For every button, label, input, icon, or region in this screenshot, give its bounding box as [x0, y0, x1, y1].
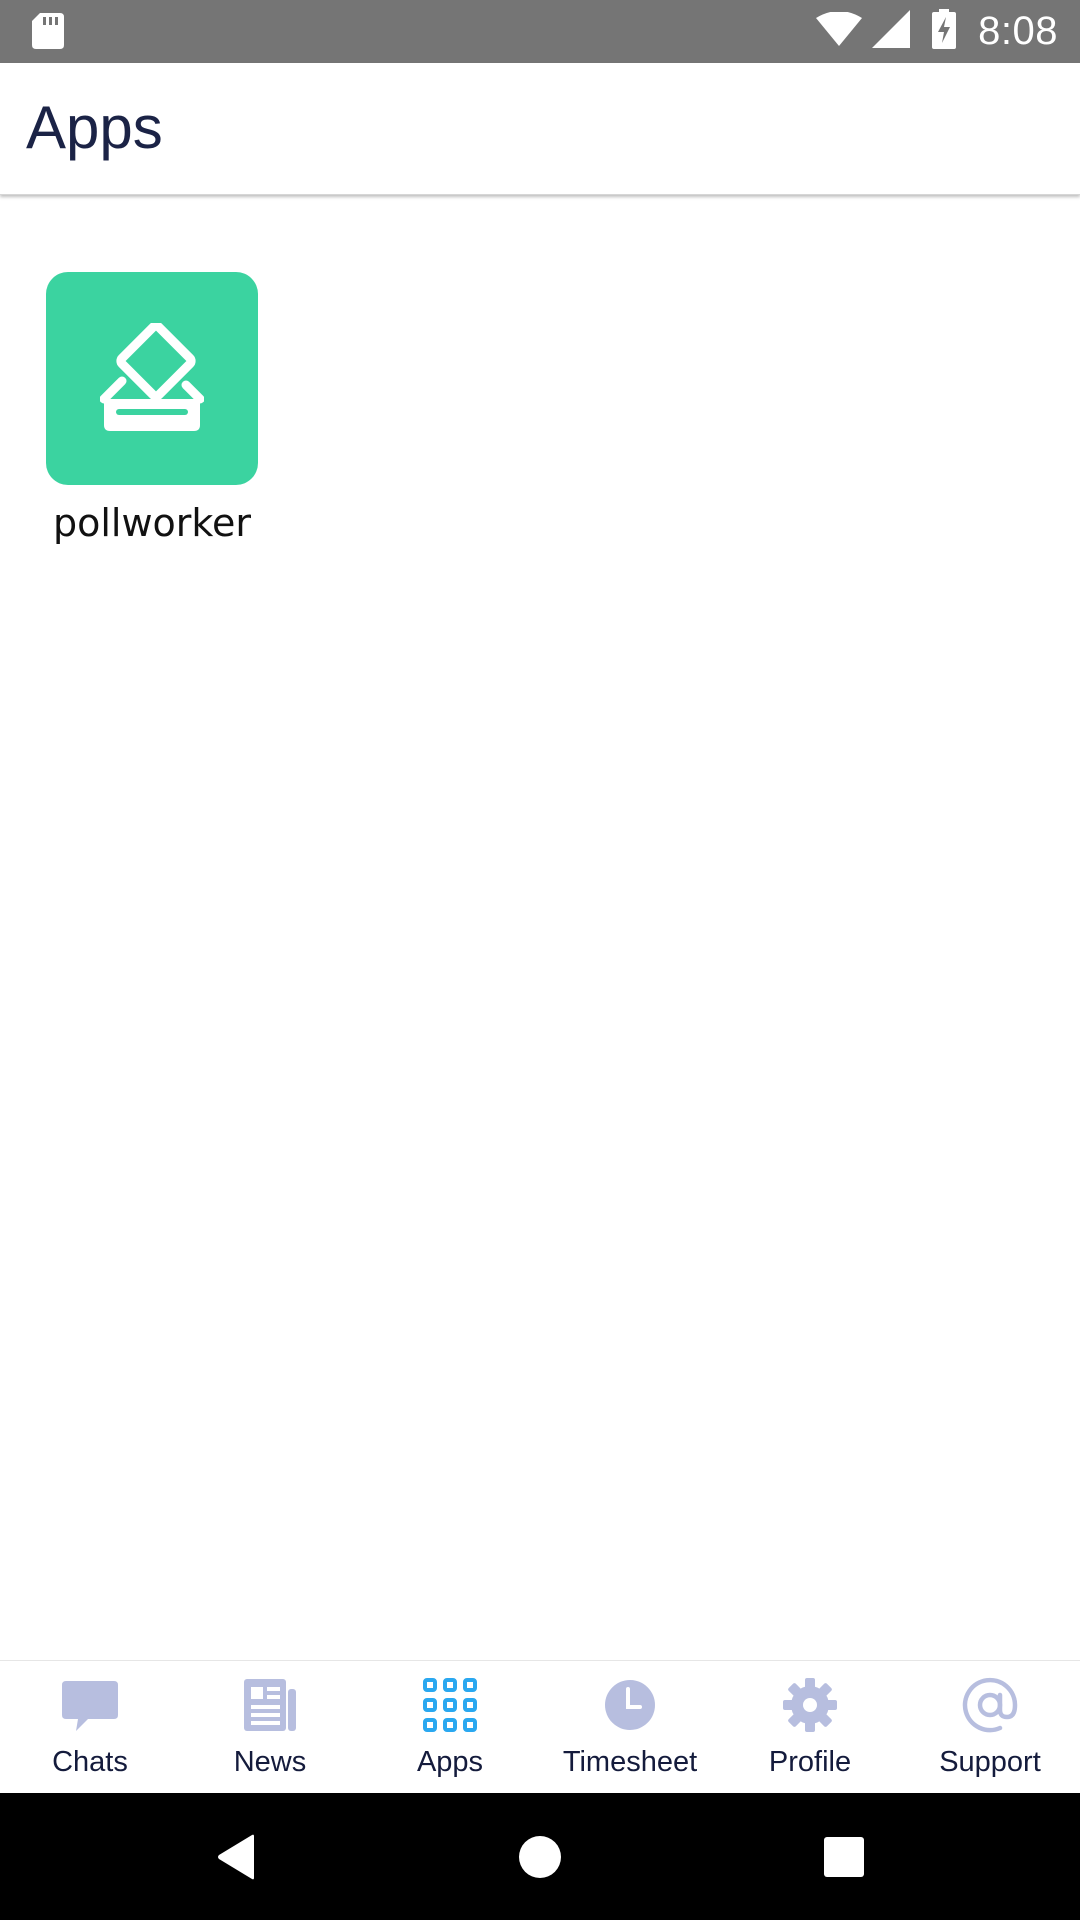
- app-tile-label: pollworker: [52, 501, 252, 545]
- battery-charging-icon: [932, 9, 957, 54]
- gear-icon: [782, 1677, 838, 1733]
- app-tile-pollworker[interactable]: pollworker: [46, 272, 258, 545]
- clock-icon: [602, 1677, 658, 1733]
- app-bar: Apps: [0, 63, 1080, 195]
- sd-card-icon: [32, 13, 64, 54]
- nav-label: Timesheet: [562, 1746, 698, 1778]
- page-title: Apps: [26, 94, 163, 161]
- nav-item-support[interactable]: Support: [900, 1661, 1080, 1794]
- signal-icon: [872, 10, 911, 53]
- nav-label: Support: [939, 1746, 1041, 1778]
- nav-label: Profile: [768, 1746, 852, 1778]
- ballot-box-icon[interactable]: [46, 272, 258, 485]
- nav-label: Apps: [416, 1746, 484, 1778]
- bottom-nav: Chats News Apps Timesheet Profile Suppor…: [0, 1660, 1080, 1794]
- wifi-icon: [816, 11, 863, 51]
- at-sign-icon: [962, 1677, 1018, 1733]
- nav-label: News: [233, 1746, 307, 1778]
- apps-grid-icon: [422, 1677, 478, 1733]
- nav-item-profile[interactable]: Profile: [720, 1661, 900, 1794]
- nav-item-chats[interactable]: Chats: [0, 1661, 180, 1794]
- apps-grid: pollworker: [0, 195, 1080, 1660]
- chat-icon: [62, 1677, 118, 1733]
- nav-item-news[interactable]: News: [180, 1661, 360, 1794]
- back-icon[interactable]: [216, 1793, 256, 1920]
- nav-item-timesheet[interactable]: Timesheet: [540, 1661, 720, 1794]
- status-bar: 8:08: [0, 0, 1080, 63]
- nav-label: Chats: [52, 1746, 128, 1778]
- newspaper-icon: [242, 1677, 298, 1733]
- home-icon[interactable]: [518, 1793, 562, 1920]
- system-nav-bar: [0, 1793, 1080, 1920]
- status-time: 8:08: [978, 9, 1058, 53]
- recents-icon[interactable]: [824, 1793, 864, 1920]
- nav-item-apps[interactable]: Apps: [360, 1661, 540, 1794]
